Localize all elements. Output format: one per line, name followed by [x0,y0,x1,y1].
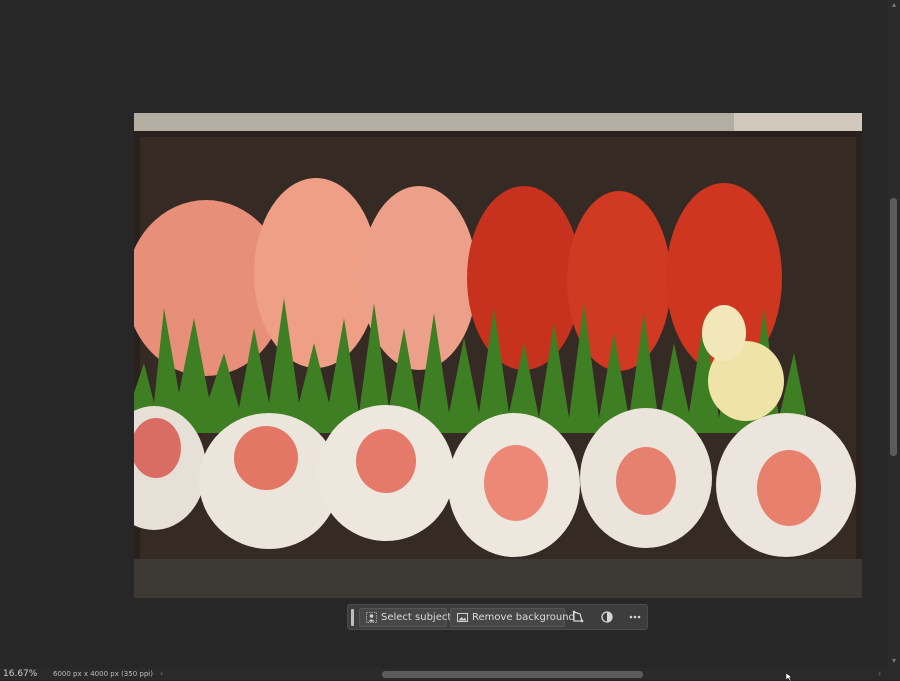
image-remove-bg-icon [457,613,468,622]
scroll-down-arrow-icon[interactable]: ▾ [890,657,898,665]
canvas-photo[interactable] [134,113,862,598]
person-select-icon [366,612,377,623]
sushi-photo [134,113,862,598]
horizontal-scrollbar[interactable]: ‹ › [160,669,888,679]
status-menu-arrow-icon[interactable]: › [146,668,149,680]
drag-handle[interactable] [351,609,354,626]
vertical-scrollbar[interactable]: ▴ ▾ [888,0,900,668]
horizontal-scroll-thumb[interactable] [382,671,643,678]
select-subject-button[interactable]: Select subject [359,608,451,627]
vertical-scroll-thumb[interactable] [890,198,897,456]
document-workspace [0,0,888,668]
select-subject-label: Select subject [381,612,452,623]
document-info: 6000 px x 4000 px (350 ppi) [53,670,153,678]
scroll-up-arrow-icon[interactable]: ▴ [890,1,898,9]
remove-background-label: Remove background [472,612,575,623]
contextual-task-bar: Select subject Remove background [347,604,648,630]
transform-icon[interactable] [571,610,585,624]
scroll-left-arrow-icon[interactable]: ‹ [160,669,168,679]
more-dots-icon[interactable] [628,610,642,624]
remove-background-button[interactable]: Remove background [450,608,575,627]
adjust-circle-icon[interactable] [600,610,614,624]
zoom-level[interactable]: 16.67% [3,668,37,680]
scroll-right-arrow-icon[interactable]: › [878,669,886,679]
